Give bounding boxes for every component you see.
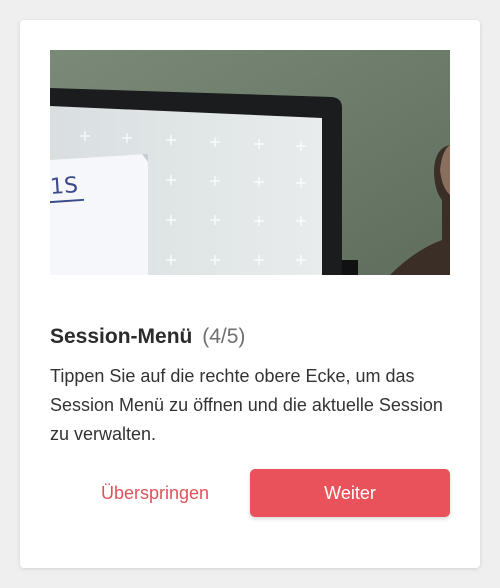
next-button[interactable]: Weiter (250, 469, 450, 517)
dialog-description: Tippen Sie auf die rechte obere Ecke, um… (50, 366, 443, 444)
title-text: Session-Menü (50, 325, 193, 348)
tutorial-photo: 1S (50, 50, 450, 275)
step-counter: (4/5) (202, 325, 246, 348)
dialog-title: Session-Menü (4/5) (50, 322, 245, 352)
skip-button[interactable]: Überspringen (76, 469, 234, 517)
paper-handwriting: 1S (50, 173, 79, 200)
onboarding-card: 1S Session-Menü (4/5) Tippen Sie auf die… (20, 20, 480, 568)
